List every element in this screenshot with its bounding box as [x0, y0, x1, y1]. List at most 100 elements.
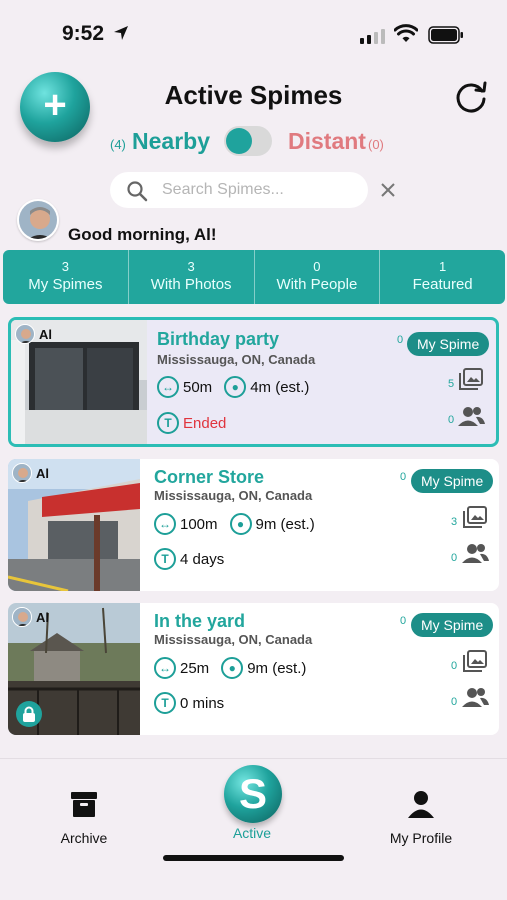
tab-label: My Profile	[389, 830, 453, 846]
photos-count: 5	[448, 378, 455, 390]
photos-count: 0	[451, 660, 458, 672]
spime-title: In the yard	[154, 611, 246, 631]
spime-distance-row: ↔ 25m ● 9m (est.)	[154, 657, 306, 679]
nearby-distant-toggle-row: (4) Nearby Distant (0)	[0, 124, 507, 160]
spime-eta: 9m (est.)	[255, 515, 315, 533]
spime-card[interactable]: Al Corner Store Mississauga, ON, Canada …	[8, 459, 499, 591]
spime-location: Mississauga, ON, Canada	[154, 488, 313, 503]
spime-time-row: T Ended	[157, 412, 226, 434]
spime-distance-row: ↔ 50m ● 4m (est.)	[157, 376, 309, 398]
spime-card[interactable]: Al In the yard Mississauga, ON, Canada ↔…	[8, 603, 499, 735]
spime-card[interactable]: Al Birthday party Mississauga, ON, Canad…	[8, 317, 499, 447]
badge-count: 0	[400, 471, 407, 483]
refresh-icon[interactable]	[452, 78, 490, 116]
badge-count: 0	[397, 334, 404, 346]
photos-icon	[463, 650, 487, 672]
stat-label: Featured	[412, 276, 473, 293]
spime-time-row: T0 mins	[154, 692, 224, 714]
stat-featured[interactable]: 1 Featured	[380, 250, 505, 304]
spime-eta: 9m (est.)	[247, 659, 307, 677]
distance-icon: ↔	[154, 513, 176, 535]
status-bar: 9:52	[0, 0, 507, 70]
time-icon: T	[157, 412, 179, 434]
eta-icon: ●	[229, 513, 252, 535]
spime-time: 0 mins	[180, 694, 225, 712]
distance-icon: ↔	[154, 657, 176, 679]
spime-photo: Al	[11, 320, 147, 444]
tab-bar: Archive S Active My Profile	[0, 758, 507, 900]
stat-my-spimes[interactable]: 3 My Spimes	[3, 250, 129, 304]
cellular-signal-icon	[360, 29, 385, 44]
people-count: 0	[451, 552, 458, 564]
people-icon	[462, 544, 489, 563]
owner-name: Al	[36, 465, 49, 481]
my-spime-badge: My Spime	[411, 469, 494, 493]
wifi-icon	[394, 24, 418, 42]
eta-icon: ●	[224, 376, 247, 398]
owner-name: Al	[36, 609, 49, 625]
spime-time-row: T4 days	[154, 548, 224, 570]
stat-count: 1	[439, 259, 447, 274]
stat-with-people[interactable]: 0 With People	[255, 250, 381, 304]
people-count: 0	[451, 696, 458, 708]
switch-knob	[226, 128, 252, 154]
location-arrow-icon	[114, 26, 128, 40]
stat-count: 3	[61, 259, 69, 274]
time-icon: T	[154, 548, 176, 570]
stat-label: With Photos	[150, 276, 232, 293]
user-avatar[interactable]	[17, 199, 59, 241]
spime-photo: Al	[8, 603, 140, 735]
search-input[interactable]	[162, 180, 357, 200]
owner-avatar	[12, 463, 32, 483]
photos-icon	[459, 368, 483, 390]
spime-location: Mississauga, ON, Canada	[154, 632, 313, 647]
people-icon	[462, 688, 489, 707]
spime-title: Birthday party	[157, 329, 280, 349]
spime-location: Mississauga, ON, Canada	[157, 352, 316, 367]
distant-label[interactable]: Distant	[288, 128, 366, 155]
clear-search-icon[interactable]	[378, 180, 398, 200]
time-icon: T	[154, 692, 176, 714]
active-spime-logo-icon[interactable]: S	[224, 765, 282, 823]
owner-avatar	[15, 324, 35, 344]
people-icon	[458, 407, 485, 426]
archive-icon	[71, 792, 97, 817]
nearby-distant-switch[interactable]	[224, 126, 272, 156]
spime-distance: 50m	[183, 378, 213, 396]
stat-count: 0	[313, 259, 321, 274]
photos-icon	[463, 506, 487, 528]
nearby-count: (4)	[110, 137, 126, 152]
my-spime-badge: My Spime	[411, 613, 494, 637]
tab-label: Archive	[60, 830, 108, 846]
lock-icon	[16, 701, 42, 727]
battery-icon	[428, 26, 463, 44]
search-icon	[127, 181, 148, 202]
stat-label: With People	[276, 276, 358, 293]
greeting-text: Good morning, Al!	[68, 225, 217, 244]
spime-photo: Al	[8, 459, 140, 591]
tab-my-profile[interactable]: My Profile	[361, 789, 481, 846]
owner-name: Al	[39, 326, 52, 342]
person-icon	[408, 791, 434, 818]
nearby-label[interactable]: Nearby	[132, 128, 210, 155]
stat-with-photos[interactable]: 3 With Photos	[129, 250, 255, 304]
owner-tag: Al	[15, 324, 52, 344]
distance-icon: ↔	[157, 376, 179, 398]
tab-active[interactable]: Active	[192, 825, 312, 841]
distant-count: (0)	[368, 137, 384, 152]
page-title: Active Spimes	[164, 80, 343, 110]
spime-title: Corner Store	[154, 467, 265, 487]
tab-archive[interactable]: Archive	[24, 789, 144, 846]
spime-distance: 100m	[180, 515, 218, 533]
spime-time: 4 days	[180, 550, 225, 568]
eta-icon: ●	[221, 657, 244, 679]
spime-distance: 25m	[180, 659, 210, 677]
spime-distance-row: ↔ 100m ● 9m (est.)	[154, 513, 315, 535]
owner-avatar	[12, 607, 32, 627]
owner-tag: Al	[12, 463, 49, 483]
badge-count: 0	[400, 615, 407, 627]
search-box	[110, 172, 368, 208]
spime-eta: 4m (est.)	[250, 378, 310, 396]
my-spime-badge: My Spime	[407, 332, 490, 356]
photos-count: 3	[451, 516, 458, 528]
